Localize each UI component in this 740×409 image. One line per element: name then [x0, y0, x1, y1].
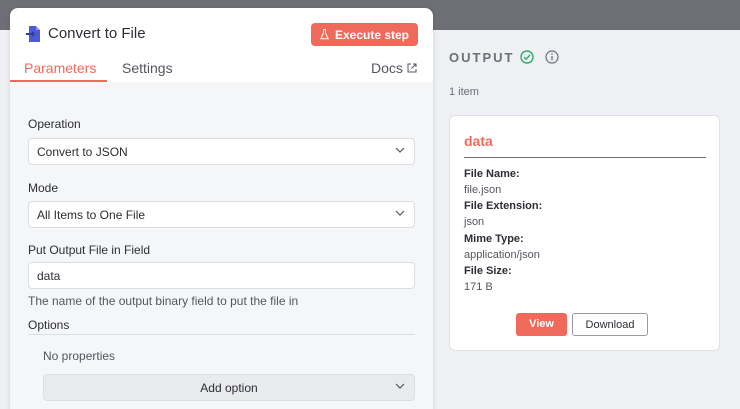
add-option-dropdown[interactable]: Add option [43, 374, 415, 401]
card-divider [464, 157, 706, 158]
chevron-down-icon [395, 210, 405, 216]
output-field-hint: The name of the output binary field to p… [28, 294, 299, 308]
success-check-icon [520, 50, 534, 64]
no-properties-text: No properties [43, 349, 116, 363]
flask-icon [319, 29, 329, 40]
node-parameters-panel: Convert to File Execute step Parameters … [10, 8, 433, 409]
canvas-left-edge [0, 30, 10, 409]
download-button[interactable]: Download [572, 313, 648, 336]
output-field-value: data [37, 269, 61, 283]
info-icon[interactable] [545, 50, 559, 64]
mode-label: Mode [28, 181, 59, 195]
tab-settings[interactable]: Settings [122, 60, 173, 76]
chevron-down-icon [395, 383, 405, 389]
panel-header: Convert to File Execute step Parameters … [10, 8, 433, 88]
mime-type-key: Mime Type: [464, 233, 524, 245]
parameters-body: Operation Convert to JSON Mode All Items… [10, 82, 433, 409]
view-button[interactable]: View [516, 313, 567, 336]
mime-type-value: application/json [464, 249, 540, 261]
docs-link[interactable]: Docs [371, 60, 417, 76]
file-size-key: File Size: [464, 265, 512, 277]
mode-select[interactable]: All Items to One File [28, 201, 415, 228]
binary-data-title: data [464, 133, 493, 149]
operation-value: Convert to JSON [37, 145, 128, 159]
options-divider [28, 334, 415, 335]
mode-value: All Items to One File [37, 208, 146, 222]
file-name-value: file.json [464, 184, 502, 196]
options-label: Options [28, 318, 70, 332]
file-name-key: File Name: [464, 168, 520, 180]
output-item-count: 1 item [449, 86, 479, 98]
output-field-input[interactable]: data [28, 262, 415, 289]
tab-parameters[interactable]: Parameters [24, 60, 96, 76]
execute-step-label: Execute step [334, 27, 410, 42]
add-option-label: Add option [200, 381, 258, 395]
docs-label: Docs [371, 60, 403, 76]
file-size-value: 171 B [464, 281, 493, 293]
chevron-down-icon [395, 147, 405, 153]
external-link-icon [407, 63, 417, 73]
node-title: Convert to File [48, 25, 146, 42]
output-title: OUTPUT [449, 50, 515, 65]
convert-file-icon [26, 26, 40, 42]
output-field-label: Put Output File in Field [28, 243, 151, 257]
operation-label: Operation [28, 117, 81, 131]
file-extension-value: json [464, 216, 485, 228]
operation-select[interactable]: Convert to JSON [28, 138, 415, 165]
execute-step-button[interactable]: Execute step [311, 23, 418, 46]
file-extension-key: File Extension: [464, 200, 543, 212]
binary-data-card: data File Name: file.json File Extension… [449, 115, 720, 351]
